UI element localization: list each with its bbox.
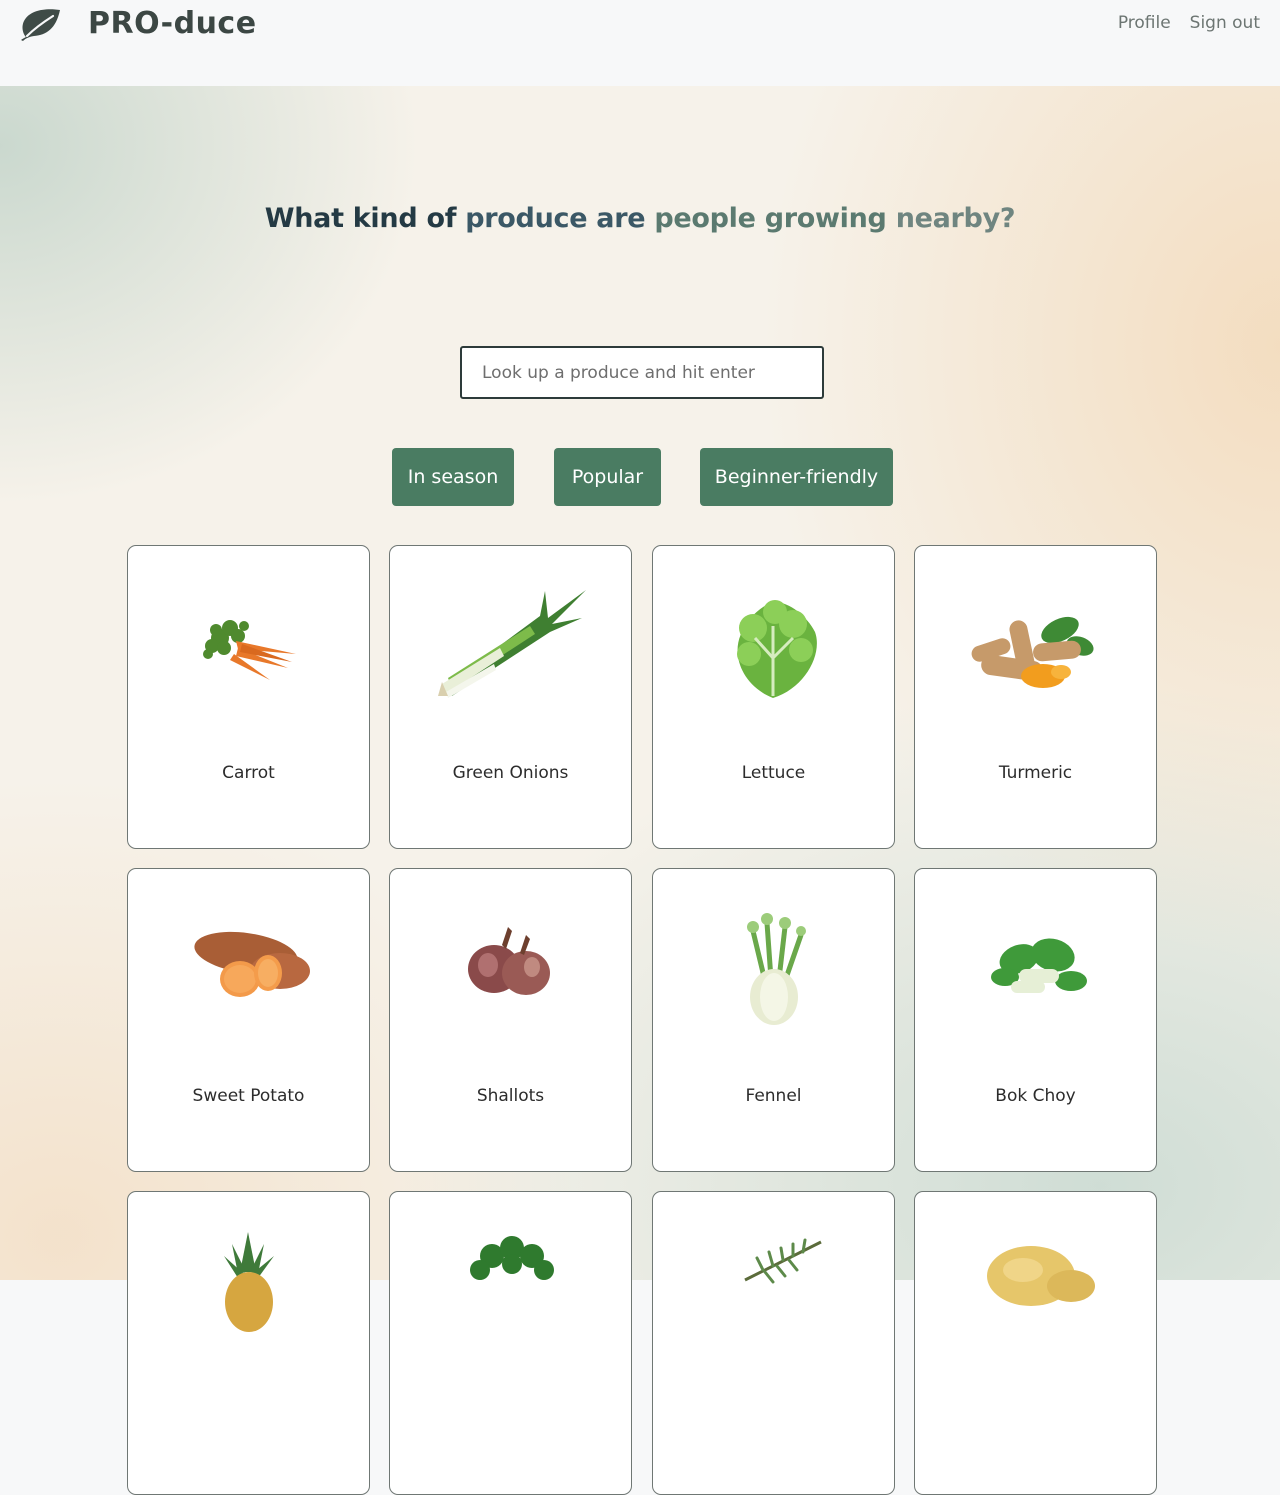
sweet-potato-icon [194, 931, 310, 997]
produce-card-fennel[interactable]: Fennel [652, 868, 895, 1172]
produce-card-potato[interactable] [914, 1191, 1157, 1495]
produce-card-sweet-potato[interactable]: Sweet Potato [127, 868, 370, 1172]
rosemary-icon [744, 1238, 822, 1284]
produce-card-turmeric[interactable]: Turmeric [914, 545, 1157, 849]
pineapple-icon [224, 1232, 274, 1332]
page-title: What kind of produce are people growing … [0, 203, 1280, 234]
search-input[interactable] [460, 346, 824, 399]
sign-out-link[interactable]: Sign out [1190, 13, 1260, 33]
produce-name: Green Onions [452, 763, 569, 783]
produce-card-pineapple[interactable] [127, 1191, 370, 1495]
parsley-icon [470, 1236, 554, 1280]
produce-card-bok-choy[interactable]: Bok Choy [914, 868, 1157, 1172]
produce-card-green-onions[interactable]: Green Onions [389, 545, 632, 849]
produce-card-carrot[interactable]: Carrot [127, 545, 370, 849]
app-name: PRO-duce [88, 6, 257, 41]
green-onions-icon [438, 590, 586, 698]
headline-part-4: nearby? [895, 203, 1016, 234]
produce-name: Fennel [745, 1086, 802, 1106]
lettuce-icon [737, 600, 817, 698]
produce-name: Bok Choy [995, 1086, 1076, 1106]
main-content: What kind of produce are people growing … [0, 86, 1280, 1495]
produce-name: Sweet Potato [192, 1086, 305, 1106]
produce-name: Carrot [222, 763, 275, 783]
filter-beginner-friendly-button[interactable]: Beginner-friendly [700, 448, 893, 506]
top-navbar: PRO-duce Profile Sign out [0, 0, 1280, 86]
produce-card-parsley[interactable] [389, 1191, 632, 1495]
brand[interactable]: PRO-duce [20, 6, 257, 41]
bok-choy-icon [991, 938, 1087, 993]
produce-name: Shallots [476, 1086, 545, 1106]
produce-card-shallots[interactable]: Shallots [389, 868, 632, 1172]
fennel-icon [747, 913, 806, 1025]
filter-popular-button[interactable]: Popular [554, 448, 661, 506]
headline-part-2: produce are [465, 203, 655, 234]
leaf-icon [21, 8, 60, 41]
shallots-icon [468, 927, 550, 995]
produce-card-lettuce[interactable]: Lettuce [652, 545, 895, 849]
produce-name: Turmeric [998, 763, 1073, 783]
user-nav: Profile Sign out [1118, 13, 1260, 33]
profile-link[interactable]: Profile [1118, 13, 1171, 33]
potato-icon [987, 1246, 1095, 1306]
produce-name: Lettuce [741, 763, 806, 783]
turmeric-icon [971, 616, 1094, 688]
headline-part-3: people growing [654, 203, 896, 234]
produce-card-rosemary[interactable] [652, 1191, 895, 1495]
carrot-icon [203, 620, 296, 680]
filter-in-season-button[interactable]: In season [392, 448, 514, 506]
headline-part-1: What kind of [264, 203, 466, 234]
